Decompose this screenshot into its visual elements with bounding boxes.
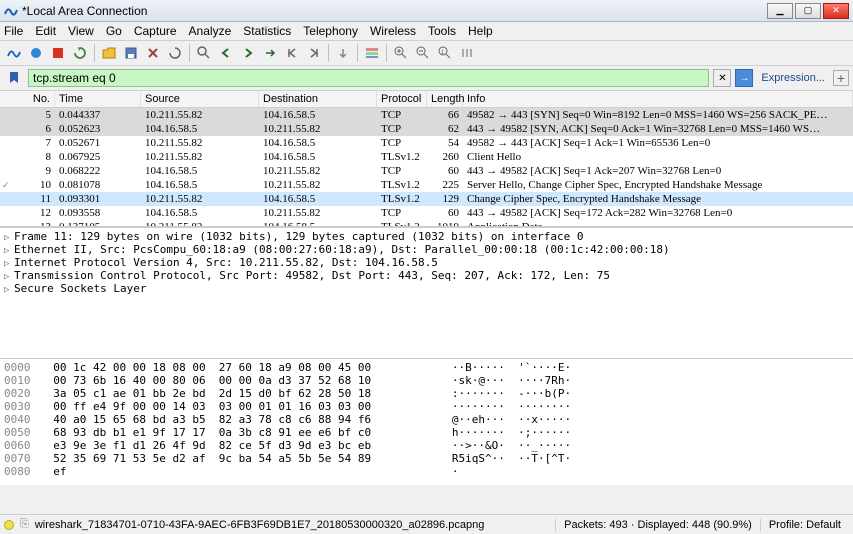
table-row[interactable]: 60.052623104.16.58.510.211.55.82TCP62443… [0, 122, 853, 136]
wireshark-app-icon [4, 4, 18, 18]
menu-view[interactable]: View [68, 24, 94, 38]
restart-capture-icon[interactable] [70, 43, 90, 63]
hex-row[interactable]: 0020 3a 05 c1 ae 01 bb 2e bd 2d 15 d0 bf… [4, 387, 849, 400]
tree-item[interactable]: Transmission Control Protocol, Src Port:… [4, 269, 849, 282]
menubar: File Edit View Go Capture Analyze Statis… [0, 22, 853, 41]
hex-row[interactable]: 0070 52 35 69 71 53 5e d2 af 9c ba 54 a5… [4, 452, 849, 465]
packet-details-pane[interactable]: Frame 11: 129 bytes on wire (1032 bits),… [0, 227, 853, 359]
minimize-button[interactable]: ▁ [767, 3, 793, 19]
expand-icon[interactable] [4, 256, 14, 269]
go-forward-icon[interactable] [238, 43, 258, 63]
go-to-packet-icon[interactable] [260, 43, 280, 63]
zoom-in-icon[interactable] [391, 43, 411, 63]
packet-bytes-pane[interactable]: 0000 00 1c 42 00 00 18 08 00 27 60 18 a9… [0, 359, 853, 485]
go-last-icon[interactable] [304, 43, 324, 63]
hex-row[interactable]: 0080 ef · [4, 465, 849, 478]
zoom-reset-icon[interactable]: 1 [435, 43, 455, 63]
hex-row[interactable]: 0050 68 93 db b1 e1 9f 17 17 0a 3b c8 91… [4, 426, 849, 439]
close-file-icon[interactable] [143, 43, 163, 63]
menu-edit[interactable]: Edit [35, 24, 56, 38]
col-no[interactable]: No. [0, 91, 55, 107]
start-capture-icon[interactable] [4, 43, 24, 63]
clear-filter-button[interactable]: ✕ [713, 69, 731, 87]
colorize-icon[interactable] [362, 43, 382, 63]
menu-file[interactable]: File [4, 24, 23, 38]
go-back-icon[interactable] [216, 43, 236, 63]
col-time[interactable]: Time [55, 91, 141, 107]
titlebar: *Local Area Connection ▁ ▢ ✕ [0, 0, 853, 22]
open-file-icon[interactable] [99, 43, 119, 63]
zoom-out-icon[interactable] [413, 43, 433, 63]
menu-statistics[interactable]: Statistics [243, 24, 291, 38]
table-row[interactable]: 100.081078104.16.58.510.211.55.82TLSv1.2… [0, 178, 853, 192]
table-row[interactable]: 50.04433710.211.55.82104.16.58.5TCP66495… [0, 108, 853, 122]
packet-list-pane: No. Time Source Destination Protocol Len… [0, 91, 853, 227]
menu-wireless[interactable]: Wireless [370, 24, 416, 38]
maximize-button[interactable]: ▢ [795, 3, 821, 19]
hex-row[interactable]: 0010 00 73 6b 16 40 00 80 06 00 00 0a d3… [4, 374, 849, 387]
menu-help[interactable]: Help [468, 24, 493, 38]
col-info[interactable]: Info [463, 91, 853, 107]
auto-scroll-icon[interactable] [333, 43, 353, 63]
col-source[interactable]: Source [141, 91, 259, 107]
hex-row[interactable]: 0060 e3 9e 3e f1 d1 26 4f 9d 82 ce 5f d3… [4, 439, 849, 452]
expression-button[interactable]: Expression... [761, 72, 825, 84]
packet-list-body[interactable]: 50.04433710.211.55.82104.16.58.5TCP66495… [0, 108, 853, 226]
col-protocol[interactable]: Protocol [377, 91, 427, 107]
capture-file-properties-icon[interactable]: ⎘ [20, 518, 29, 531]
main-toolbar: 1 [0, 41, 853, 66]
menu-tools[interactable]: Tools [428, 24, 456, 38]
table-row[interactable]: 90.068222104.16.58.510.211.55.82TCP60443… [0, 164, 853, 178]
status-filename: wireshark_71834701-0710-43FA-9AEC-6FB3F6… [35, 519, 555, 531]
display-filter-input[interactable] [28, 69, 709, 87]
hex-row[interactable]: 0030 00 ff e4 9f 00 00 14 03 03 00 01 01… [4, 400, 849, 413]
expand-icon[interactable] [4, 269, 14, 282]
go-first-icon[interactable] [282, 43, 302, 63]
filter-bookmark-icon[interactable] [4, 68, 24, 88]
status-profile[interactable]: Profile: Default [760, 519, 849, 531]
menu-go[interactable]: Go [106, 24, 122, 38]
menu-analyze[interactable]: Analyze [189, 24, 232, 38]
save-file-icon[interactable] [121, 43, 141, 63]
menu-telephony[interactable]: Telephony [303, 24, 358, 38]
window-title: *Local Area Connection [22, 4, 767, 18]
menu-capture[interactable]: Capture [134, 24, 177, 38]
find-packet-icon[interactable] [194, 43, 214, 63]
col-destination[interactable]: Destination [259, 91, 377, 107]
table-row[interactable]: 120.093558104.16.58.510.211.55.82TCP6044… [0, 206, 853, 220]
hex-row[interactable]: 0000 00 1c 42 00 00 18 08 00 27 60 18 a9… [4, 361, 849, 374]
expand-icon[interactable] [4, 230, 14, 243]
resize-columns-icon[interactable] [457, 43, 477, 63]
window-buttons: ▁ ▢ ✕ [767, 3, 849, 19]
close-button[interactable]: ✕ [823, 3, 849, 19]
stop-capture-icon[interactable] [48, 43, 68, 63]
table-row[interactable]: 70.05267110.211.55.82104.16.58.5TCP54495… [0, 136, 853, 150]
tree-item[interactable]: Internet Protocol Version 4, Src: 10.211… [4, 256, 849, 269]
table-row[interactable]: 110.09330110.211.55.82104.16.58.5TLSv1.2… [0, 192, 853, 206]
display-filter-bar: ✕ → Expression... + [0, 66, 853, 91]
tree-item[interactable]: Ethernet II, Src: PcsCompu_60:18:a9 (08:… [4, 243, 849, 256]
col-length[interactable]: Length [427, 91, 463, 107]
add-filter-button[interactable]: + [833, 70, 849, 86]
packet-list-header: No. Time Source Destination Protocol Len… [0, 91, 853, 108]
capture-options-icon[interactable] [26, 43, 46, 63]
expand-icon[interactable] [4, 243, 14, 256]
reload-icon[interactable] [165, 43, 185, 63]
hex-row[interactable]: 0040 40 a0 15 65 68 bd a3 b5 82 a3 78 c8… [4, 413, 849, 426]
table-row[interactable]: 80.06792510.211.55.82104.16.58.5TLSv1.22… [0, 150, 853, 164]
tree-item[interactable]: Frame 11: 129 bytes on wire (1032 bits),… [4, 230, 849, 243]
expand-icon[interactable] [4, 282, 14, 295]
status-packets: Packets: 493 · Displayed: 448 (90.9%) [555, 519, 760, 531]
statusbar: ⎘ wireshark_71834701-0710-43FA-9AEC-6FB3… [0, 514, 853, 534]
tree-item[interactable]: Secure Sockets Layer [4, 282, 849, 295]
expert-info-icon[interactable] [4, 520, 14, 530]
apply-filter-button[interactable]: → [735, 69, 753, 87]
table-row[interactable]: 130.13710510.211.55.82104.16.58.5TLSv1.2… [0, 220, 853, 226]
